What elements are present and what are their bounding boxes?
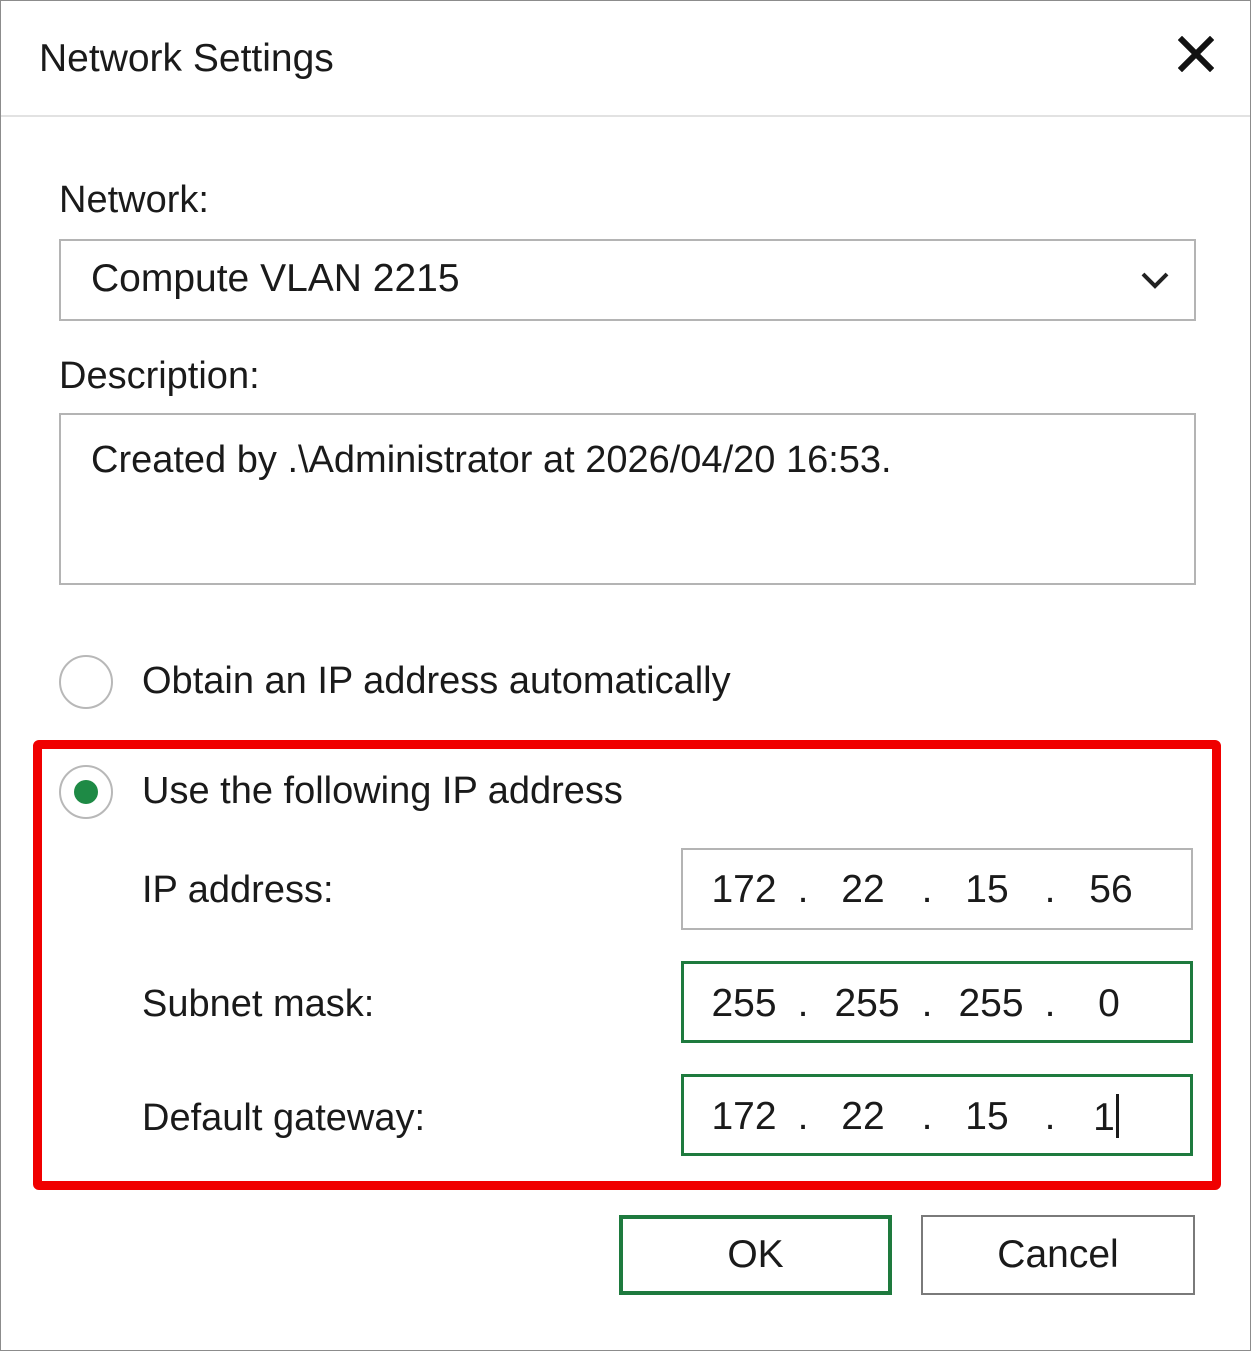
network-settings-dialog: Network Settings Network: Compute VLAN 2…: [0, 0, 1251, 1351]
octet-separator: .: [1044, 868, 1056, 911]
chevron-down-icon: [1141, 272, 1169, 289]
network-dropdown-value: Compute VLAN 2215: [91, 257, 460, 300]
octet-separator: .: [797, 1095, 809, 1138]
octet-separator: .: [921, 1095, 933, 1138]
network-label: Network:: [59, 179, 209, 221]
subnet-mask-octet-1: 255: [711, 982, 777, 1025]
radio-selected-dot: [74, 780, 98, 804]
ip-address-octet-3: 15: [965, 868, 1009, 911]
description-value: Created by .\Administrator at 2026/04/20…: [91, 439, 892, 481]
octet-separator: .: [797, 868, 809, 911]
ip-address-octet-2: 22: [841, 868, 885, 911]
ip-address-label: IP address:: [142, 869, 334, 911]
subnet-mask-octet-3: 255: [958, 982, 1024, 1025]
default-gateway-octet-1: 172: [711, 1095, 777, 1138]
default-gateway-octet-4: 1: [1093, 1096, 1115, 1139]
text-cursor: [1115, 1094, 1119, 1138]
close-icon: [1178, 36, 1214, 72]
description-textarea[interactable]: Created by .\Administrator at 2026/04/20…: [59, 413, 1196, 585]
ok-button[interactable]: OK: [619, 1215, 892, 1295]
description-label: Description:: [59, 355, 260, 397]
ip-address-input[interactable]: 172 . 22 . 15 . 56: [681, 848, 1193, 930]
ip-address-octet-1: 172: [711, 868, 777, 911]
octet-separator: .: [797, 982, 809, 1025]
radio-use-following-ip[interactable]: [59, 765, 113, 819]
default-gateway-label: Default gateway:: [142, 1097, 426, 1139]
network-dropdown[interactable]: Compute VLAN 2215: [59, 239, 1196, 321]
default-gateway-octet-2: 22: [841, 1095, 885, 1138]
title-bar: Network Settings: [1, 1, 1250, 117]
radio-use-following-ip-label[interactable]: Use the following IP address: [142, 768, 623, 814]
dialog-title: Network Settings: [39, 37, 334, 80]
ip-address-octet-4: 56: [1089, 868, 1133, 911]
octet-separator: .: [921, 868, 933, 911]
subnet-mask-octet-4: 0: [1098, 982, 1120, 1025]
close-button[interactable]: [1165, 23, 1227, 85]
subnet-mask-input[interactable]: 255 . 255 . 255 . 0: [681, 961, 1193, 1043]
default-gateway-octet-3: 15: [965, 1095, 1009, 1138]
default-gateway-octet-4-wrap: 1: [1061, 1094, 1151, 1141]
radio-obtain-automatically-label[interactable]: Obtain an IP address automatically: [142, 658, 731, 704]
subnet-mask-label: Subnet mask:: [142, 983, 375, 1025]
radio-obtain-automatically[interactable]: [59, 655, 113, 709]
cancel-button[interactable]: Cancel: [921, 1215, 1195, 1295]
default-gateway-input[interactable]: 172 . 22 . 15 . 1: [681, 1074, 1193, 1156]
octet-separator: .: [921, 982, 933, 1025]
subnet-mask-octet-2: 255: [834, 982, 900, 1025]
octet-separator: .: [1044, 1095, 1056, 1138]
octet-separator: .: [1044, 982, 1056, 1025]
